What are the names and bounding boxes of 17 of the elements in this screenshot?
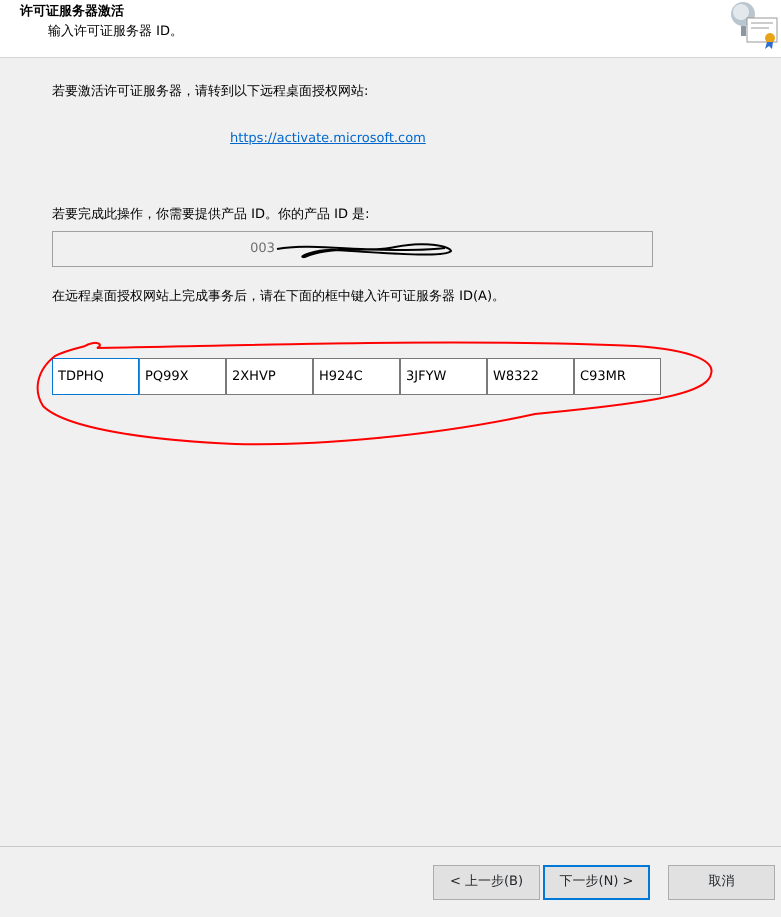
- instruction-text: 若要完成此操作，你需要提供产品 ID。你的产品 ID 是:: [52, 206, 370, 224]
- server-id-field[interactable]: PQ99X: [139, 358, 226, 394]
- server-id-field[interactable]: C93MR: [574, 358, 661, 394]
- activation-link[interactable]: https://activate.microsoft.com: [230, 130, 426, 146]
- wizard-title: 许可证服务器激活: [20, 3, 124, 21]
- product-id-text: 003: [250, 240, 275, 258]
- server-id-field[interactable]: 2XHVP: [226, 358, 313, 394]
- wizard-button[interactable]: 下一步(N) >: [543, 864, 650, 900]
- wizard-subtitle: 输入许可证服务器 ID。: [48, 23, 183, 41]
- instruction-text: 在远程桌面授权网站上完成事务后，请在下面的框中键入许可证服务器 ID(A)。: [52, 288, 506, 306]
- wizard-button[interactable]: < 上一步(B): [433, 864, 540, 900]
- server-id-field[interactable]: 3JFYW: [400, 358, 487, 394]
- server-id-field[interactable]: W8322: [487, 358, 574, 394]
- server-id-field[interactable]: TDPHQ: [52, 358, 139, 394]
- server-id-field[interactable]: H924C: [313, 358, 400, 394]
- instruction-text: 若要激活许可证服务器，请转到以下远程桌面授权网站:: [52, 83, 370, 101]
- wizard-button[interactable]: 取消: [668, 864, 775, 900]
